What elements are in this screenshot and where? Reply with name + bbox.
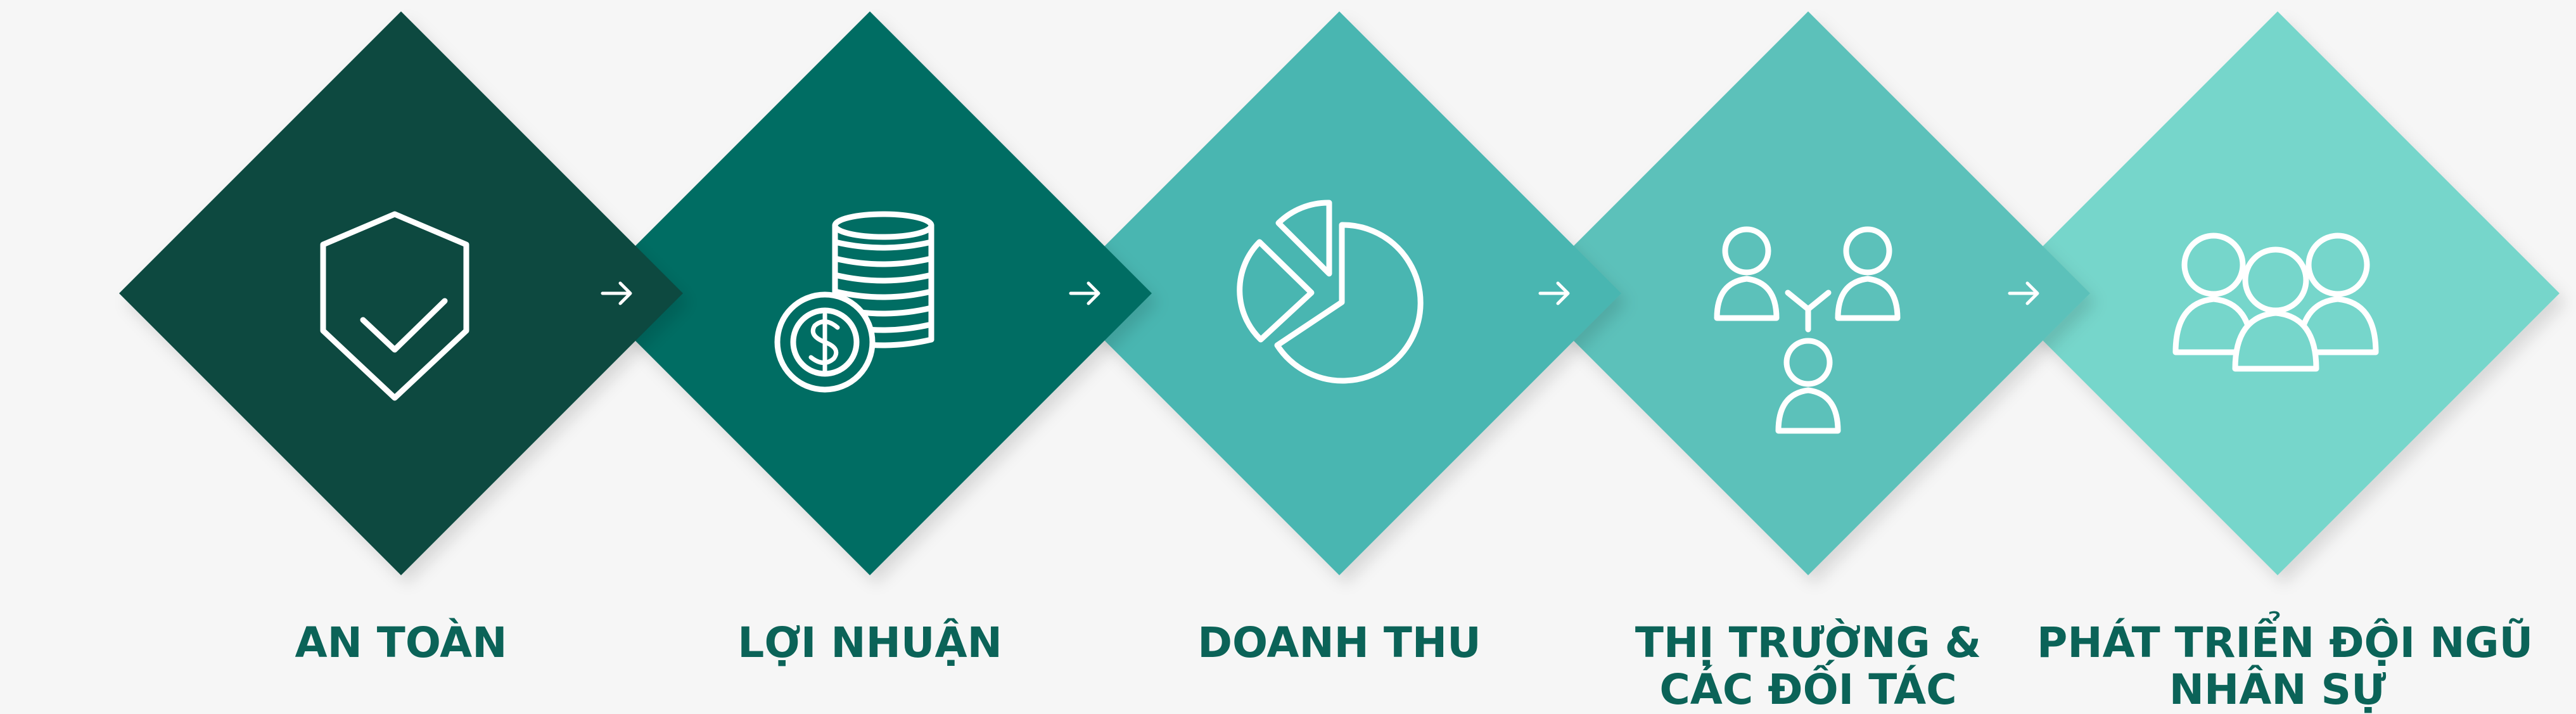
step-3-label: DOANH THU: [1197, 618, 1481, 667]
step-4-label: THỊ TRƯỜNG & CÁC ĐỐI TÁC: [1635, 618, 1982, 714]
step-5-label: PHÁT TRIỂN ĐỘI NGŨ NHÂN SỰ: [2037, 618, 2534, 714]
step-1-label: AN TOÀN: [295, 618, 507, 667]
diamond-steps: [119, 11, 2560, 575]
step-1-diamond: [119, 11, 683, 575]
step-2-label: LỢI NHUẬN: [737, 618, 1002, 667]
process-infographic: AN TOÀN LỢI NHUẬN DOANH THU THỊ TRƯỜNG &…: [0, 0, 2576, 714]
